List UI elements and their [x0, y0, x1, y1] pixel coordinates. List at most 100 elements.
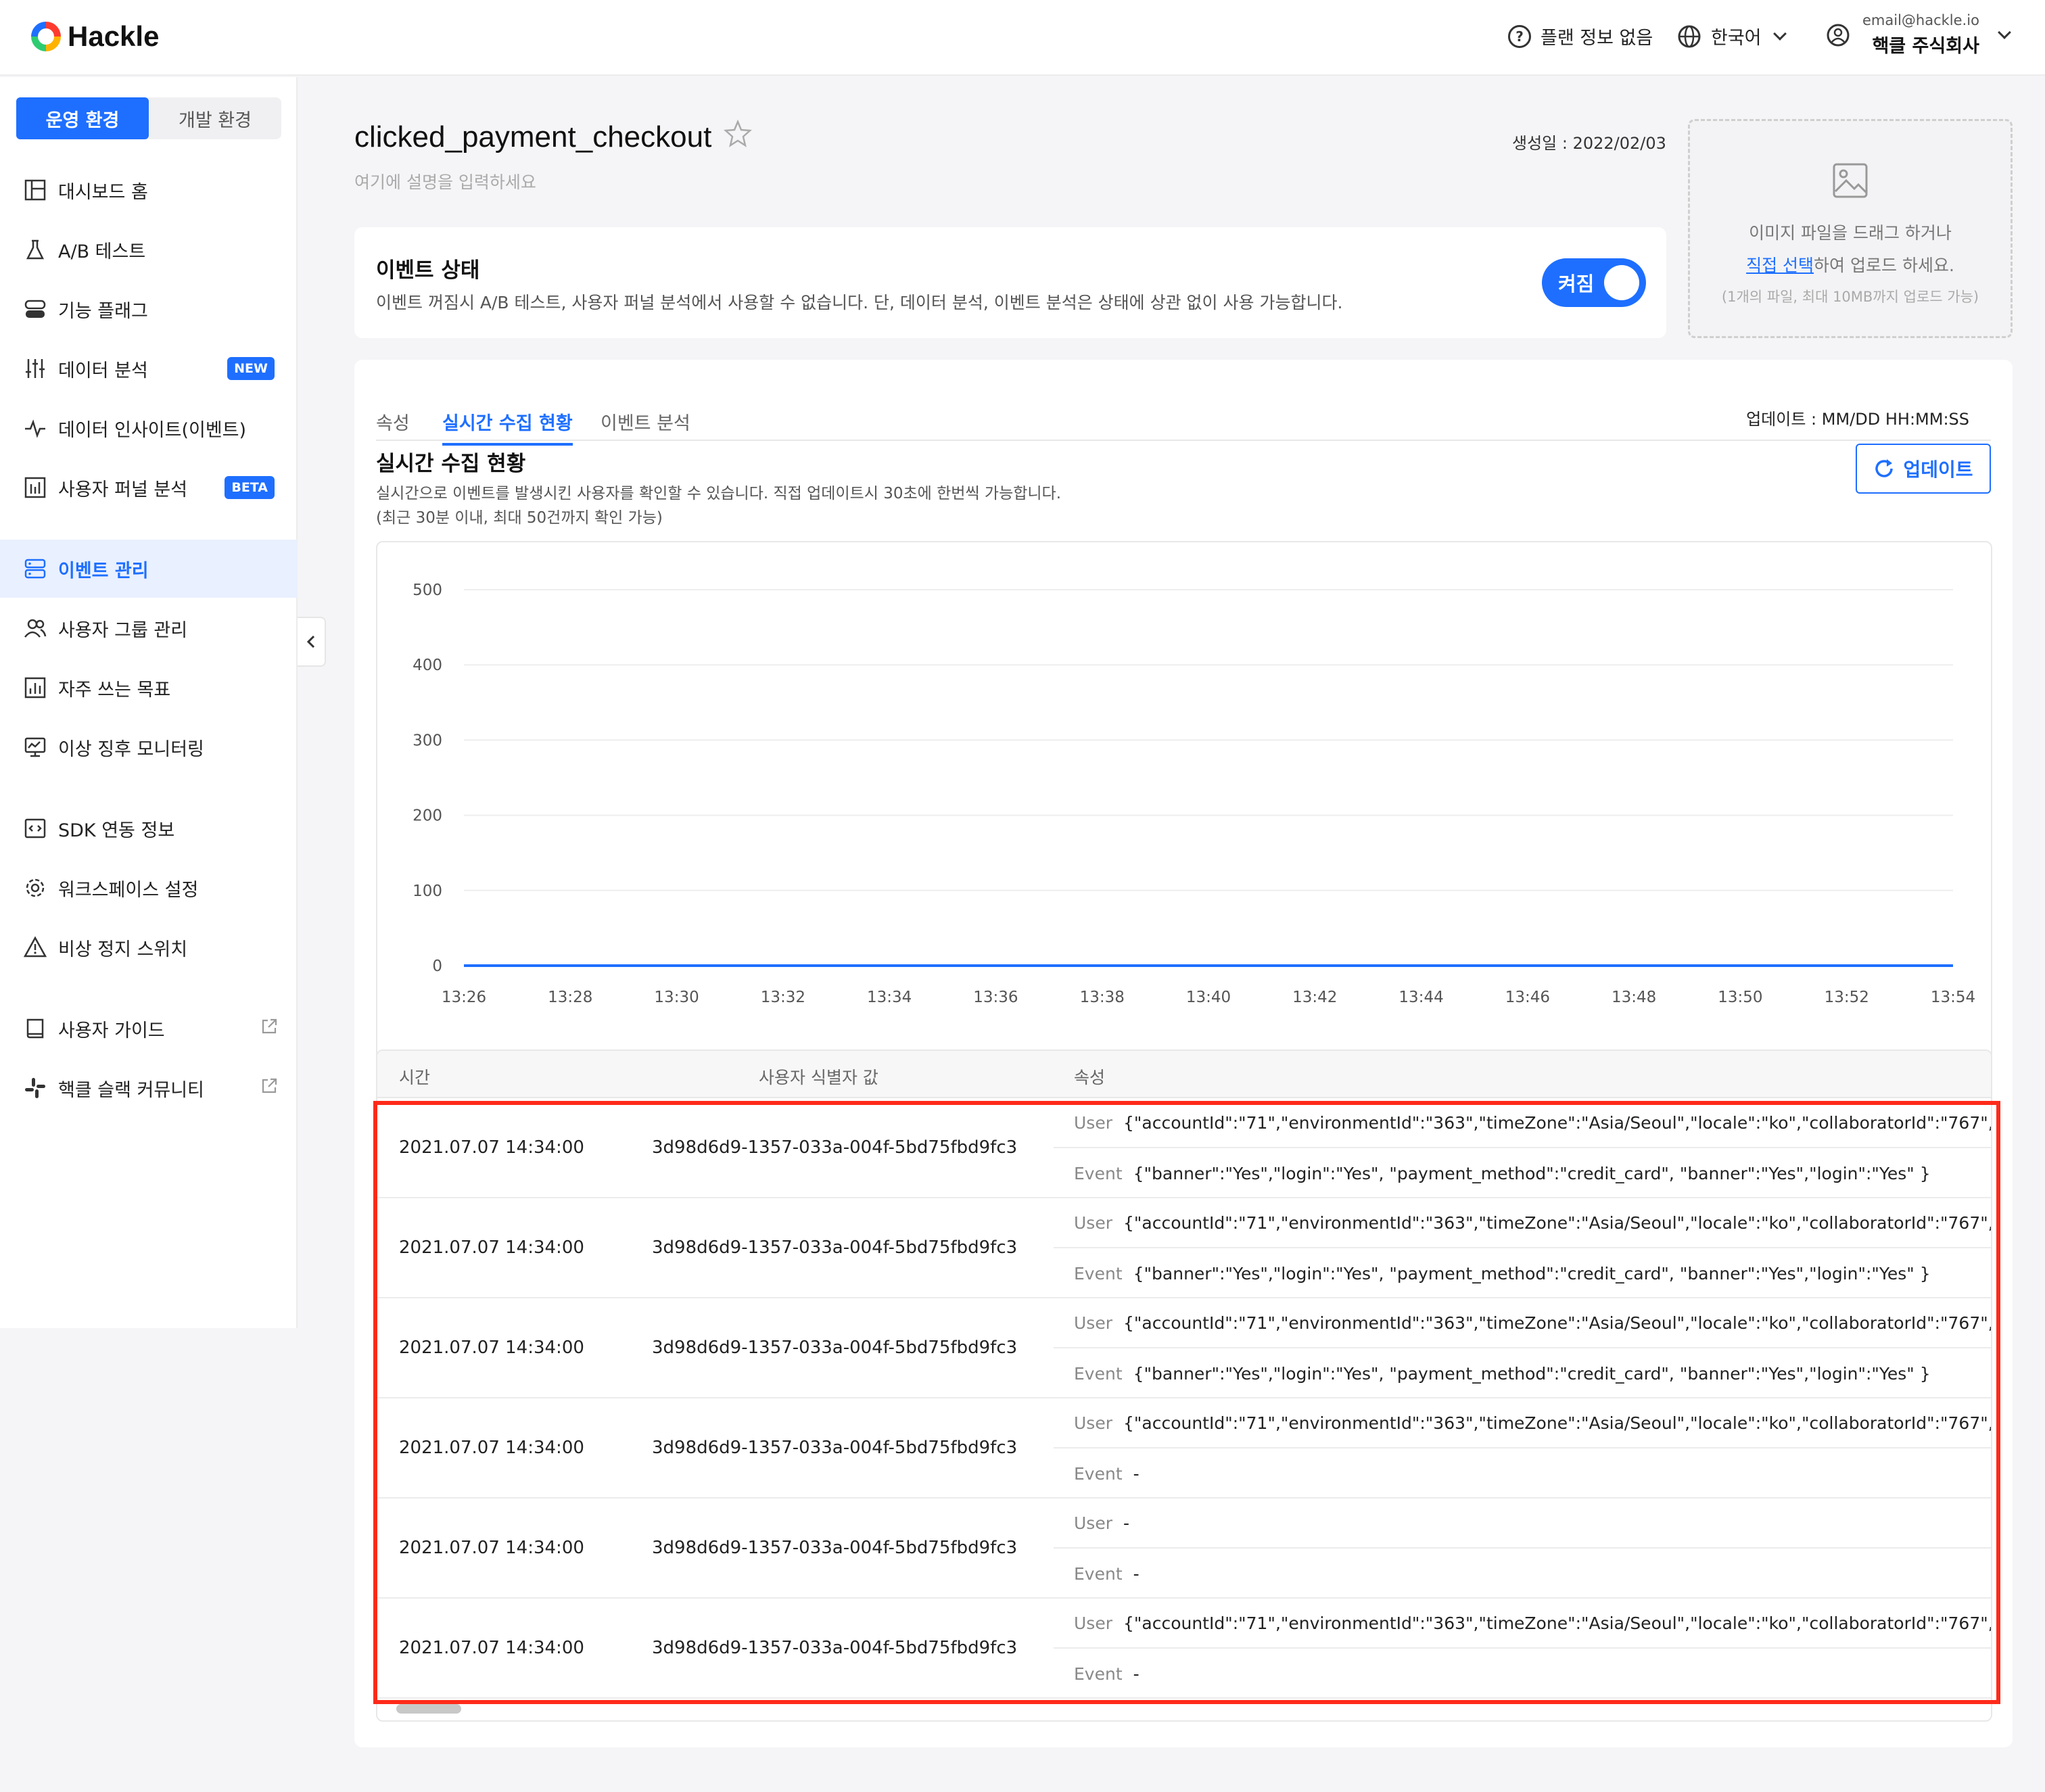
upload-select-link[interactable]: 직접 선택: [1746, 256, 1814, 275]
attr-event: Event {"banner":"Yes","login":"Yes", "pay…: [1054, 1248, 1991, 1298]
beta-badge: BETA: [225, 476, 275, 499]
sidebar-item-slack-community[interactable]: 핵클 슬랙 커뮤니티: [0, 1059, 298, 1117]
hackle-logo-icon: [31, 22, 61, 51]
sidebar-item-user-guide[interactable]: 사용자 가이드: [0, 999, 298, 1058]
x-tick-label: 13:26: [442, 989, 486, 1006]
x-tick-label: 13:44: [1398, 989, 1443, 1006]
warning-icon: [23, 935, 47, 960]
section-title: 실시간 수집 현황: [376, 452, 526, 476]
sidebar-item-data-insight[interactable]: 데이터 인사이트(이벤트): [0, 399, 298, 457]
env-dev-button[interactable]: 개발 환경: [149, 97, 281, 139]
horizontal-scrollbar[interactable]: [396, 1704, 461, 1714]
description-input[interactable]: 여기에 설명을 입력하세요: [354, 169, 536, 193]
refresh-icon: [1875, 459, 1894, 477]
cell-time: 2021.07.07 14:34:00: [399, 1438, 584, 1458]
plan-info-label: 플랜 정보 없음: [1541, 28, 1653, 49]
event-key-title: clicked_payment_checkout: [354, 120, 712, 154]
plan-info[interactable]: ? 플랜 정보 없음: [1508, 23, 1653, 49]
cell-user-id: 3d98d6d9-1357-033a-004f-5bd75fbd9fc3: [652, 1638, 1018, 1658]
attr-value-user: {"accountId":"71","environmentId":"363",…: [1123, 1413, 1991, 1433]
sidebar-item-label: 비상 정지 스위치: [58, 939, 188, 960]
logo-text: Hackle: [68, 20, 160, 52]
cell-user-id: 3d98d6d9-1357-033a-004f-5bd75fbd9fc3: [652, 1137, 1018, 1158]
external-link-icon: [260, 1077, 279, 1100]
x-tick-label: 13:34: [867, 989, 912, 1006]
last-updated: 업데이트 : MM/DD HH:MM:SS: [1746, 410, 1969, 429]
x-tick-label: 13:38: [1080, 989, 1125, 1006]
user-menu[interactable]: email@hackle.io 핵클 주식회사: [1826, 12, 2011, 57]
sidebar-item-dashboard[interactable]: 대시보드 홈: [0, 161, 298, 219]
attr-value-event: -: [1133, 1463, 1139, 1484]
attr-event: Event {"banner":"Yes","login":"Yes", "pay…: [1054, 1148, 1991, 1198]
sidebar: 운영 환경 개발 환경 대시보드 홈 A/B 테스트 기능 플래그 데이터 분석…: [0, 77, 298, 1328]
sidebar-item-workspace-settings[interactable]: 워크스페이스 설정: [0, 859, 298, 917]
upload-hint: (1개의 파일, 최대 10MB까지 업로드 가능): [1721, 289, 1979, 305]
pulse-icon: [23, 416, 47, 440]
cell-user-id: 3d98d6d9-1357-033a-004f-5bd75fbd9fc3: [652, 1438, 1018, 1458]
tab-event-analysis[interactable]: 이벤트 분석: [601, 408, 690, 443]
sidebar-item-sdk[interactable]: SDK 연동 정보: [0, 799, 298, 857]
sidebar-item-label: 핵클 슬랙 커뮤니티: [58, 1079, 204, 1101]
user-email: email@hackle.io: [1862, 12, 1979, 28]
event-status-toggle[interactable]: 켜짐: [1542, 258, 1646, 307]
realtime-card: 속성 실시간 수집 현황 이벤트 분석 업데이트 : MM/DD HH:MM:S…: [354, 360, 2013, 1747]
toggle-knob: [1604, 265, 1639, 300]
tab-realtime[interactable]: 실시간 수집 현황: [442, 408, 573, 446]
language-selector[interactable]: 한국어: [1677, 23, 1787, 49]
star-icon[interactable]: [724, 119, 753, 155]
attr-value-event: {"banner":"Yes","login":"Yes", "payment_…: [1133, 1163, 1931, 1183]
attr-user: User {"accountId":"71","environmentId":"3…: [1054, 1599, 1991, 1649]
flask-icon: [23, 237, 47, 262]
sidebar-item-label: 자주 쓰는 목표: [58, 679, 171, 701]
x-tick-label: 13:32: [761, 989, 805, 1006]
cell-user-id: 3d98d6d9-1357-033a-004f-5bd75fbd9fc3: [652, 1338, 1018, 1358]
image-upload-dropzone[interactable]: 이미지 파일을 드래그 하거나 직접 선택하여 업로드 하세요. (1개의 파일…: [1688, 119, 2013, 338]
external-link-icon: [260, 1017, 279, 1041]
attr-value-event: -: [1133, 1664, 1139, 1684]
x-tick-label: 13:42: [1292, 989, 1337, 1006]
sidebar-item-data-analysis[interactable]: 데이터 분석 NEW: [0, 339, 298, 398]
top-header: Hackle ? 플랜 정보 없음 한국어 email@hackle.io 핵클…: [0, 0, 2045, 76]
sidebar-item-label: 데이터 분석: [58, 360, 148, 381]
sidebar-item-goals[interactable]: 자주 쓰는 목표: [0, 659, 298, 717]
sidebar-item-feature-flag[interactable]: 기능 플래그: [0, 280, 298, 338]
x-tick-label: 13:54: [1931, 989, 1975, 1006]
chevron-down-icon: [1772, 26, 1787, 41]
y-tick-label: 300: [413, 732, 442, 749]
sidebar-item-event-management[interactable]: 이벤트 관리: [0, 540, 298, 598]
cell-time: 2021.07.07 14:34:00: [399, 1237, 584, 1258]
toggle-label: 켜짐: [1558, 273, 1595, 296]
attr-key-event: Event: [1074, 1363, 1123, 1384]
cell-time: 2021.07.07 14:34:00: [399, 1538, 584, 1558]
sidebar-item-label: 이상 징후 모니터링: [58, 738, 204, 760]
table-row: 2021.07.07 14:34:00 3d98d6d9-1357-033a-00…: [377, 1398, 1991, 1499]
sidebar-collapse-button[interactable]: [298, 617, 326, 667]
y-tick-label: 400: [413, 657, 442, 674]
sidebar-item-label: A/B 테스트: [58, 241, 146, 262]
attr-key-event: Event: [1074, 1664, 1123, 1684]
globe-icon: [1677, 24, 1701, 49]
attr-key-user: User: [1074, 1613, 1112, 1633]
sidebar-item-ab-test[interactable]: A/B 테스트: [0, 220, 298, 279]
sidebar-item-user-group[interactable]: 사용자 그룹 관리: [0, 599, 298, 657]
attr-key-event: Event: [1074, 1163, 1123, 1183]
sidebar-item-emergency-stop[interactable]: 비상 정지 스위치: [0, 918, 298, 976]
tab-properties[interactable]: 속성: [376, 408, 410, 443]
env-prod-button[interactable]: 운영 환경: [16, 97, 149, 139]
toggle-icon: [23, 297, 47, 321]
sidebar-item-funnel[interactable]: 사용자 퍼널 분석 BETA: [0, 458, 298, 517]
sidebar-item-label: 이벤트 관리: [58, 560, 149, 582]
code-icon: [23, 816, 47, 841]
help-icon: ?: [1508, 24, 1531, 48]
attr-value-event: {"banner":"Yes","login":"Yes", "payment_…: [1133, 1263, 1931, 1283]
sidebar-item-anomaly[interactable]: 이상 징후 모니터링: [0, 718, 298, 776]
realtime-chart: 0 100 200 300 400 500 13:26 13:28 13:30 13:32 13:3…: [376, 541, 1992, 1060]
update-button[interactable]: 업데이트: [1856, 444, 1991, 494]
layout-icon: [23, 178, 47, 202]
x-tick-label: 13:50: [1718, 989, 1762, 1006]
bar-chart-icon: [23, 475, 47, 500]
hackle-logo[interactable]: Hackle: [31, 20, 159, 53]
chevron-down-icon: [1998, 25, 2011, 39]
attr-event: Event -: [1054, 1649, 1991, 1699]
attr-key-event: Event: [1074, 1463, 1123, 1484]
